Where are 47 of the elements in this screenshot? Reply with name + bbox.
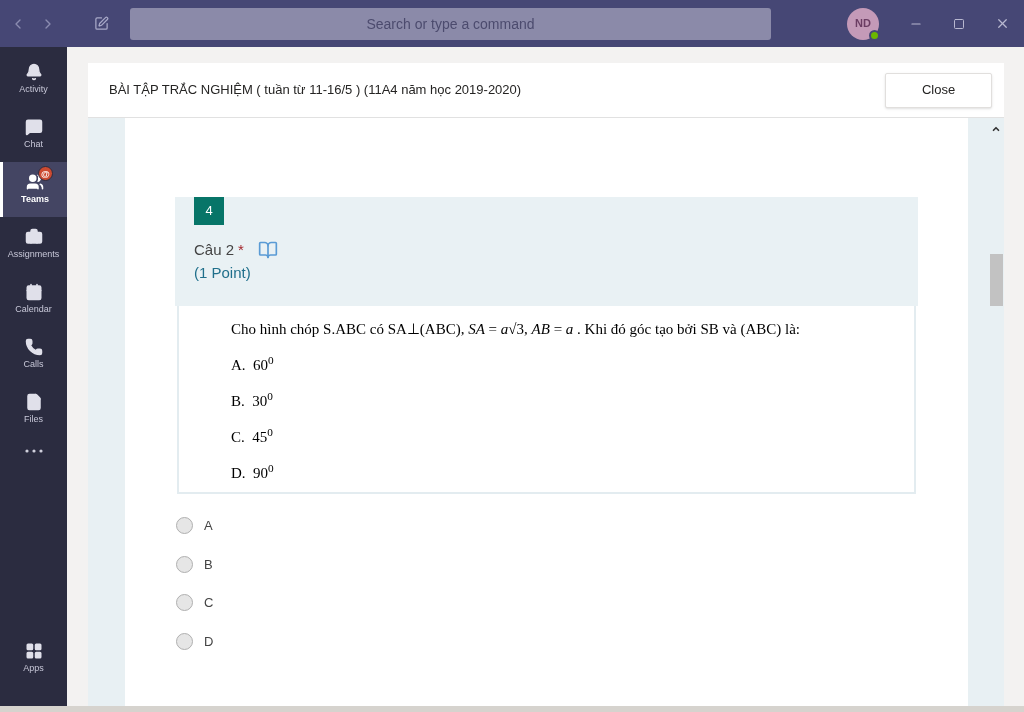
choice-label: A — [204, 517, 213, 535]
answer-option: A. 60$^{0}$ — [231, 352, 864, 378]
sidebar-item[interactable]: Calls — [0, 327, 67, 382]
sidebar-item[interactable]: Activity — [0, 52, 67, 107]
sidebar-item[interactable]: Apps — [0, 631, 67, 686]
bell-icon — [24, 62, 43, 81]
sidebar-item[interactable]: Calendar — [0, 272, 67, 327]
question-title: Câu 2 — [194, 240, 235, 260]
scroll-up-icon[interactable] — [991, 124, 1001, 134]
calendar-icon — [24, 282, 43, 301]
avatar[interactable]: ND — [847, 7, 879, 40]
answer-choice[interactable]: A — [176, 516, 918, 536]
sidebar-item[interactable]: Chat — [0, 107, 67, 162]
scrollbar-thumb[interactable] — [989, 254, 1003, 306]
answer-choice[interactable]: D — [176, 631, 918, 651]
answer-option: C. 45$^{0}$ — [231, 424, 864, 450]
radio-button[interactable] — [176, 594, 193, 612]
radio-button[interactable] — [176, 555, 193, 573]
choice-label: D — [204, 632, 214, 651]
close-button[interactable]: Close — [885, 72, 992, 108]
phone-icon — [24, 337, 43, 356]
close-icon[interactable] — [995, 16, 1010, 31]
maximize-icon[interactable] — [953, 17, 965, 30]
choice-label: C — [204, 594, 214, 612]
more-icon[interactable] — [23, 449, 44, 453]
sidebar-item[interactable]: Files — [0, 382, 67, 437]
answer-choice[interactable]: B — [176, 554, 918, 574]
chat-icon — [24, 117, 43, 136]
question-text: Cho hình chóp S.ABC có SA⊥(ABC), SA = a√3, AB = a . Khi đó góc tạo bởi SB và (ABC) là: — [231, 320, 802, 339]
answer-choice[interactable]: C — [176, 593, 918, 613]
panel-title: BÀI TẬP TRẮC NGHIỆM ( tuần từ 11-16/5 ) (11A4 năm học 2019-2020) — [109, 81, 522, 100]
required-mark: * — [238, 240, 244, 260]
apps-icon — [24, 641, 43, 660]
question-number: 4 — [194, 197, 224, 225]
question-points: (1 Point) — [194, 262, 251, 283]
answer-option: B. 30$^{0}$ — [231, 388, 864, 414]
answer-option: D. 90$^{0}$ — [231, 460, 864, 486]
choice-label: B — [204, 555, 213, 574]
radio-button[interactable] — [176, 632, 193, 650]
radio-button[interactable] — [176, 517, 193, 535]
search-field[interactable]: Search or type a command — [130, 7, 771, 40]
sidebar-item[interactable]: Assignments — [0, 217, 67, 272]
mention-badge: @ — [38, 166, 53, 181]
compose-icon[interactable] — [94, 16, 109, 31]
file-icon — [24, 392, 43, 411]
immersive-reader-icon[interactable] — [257, 240, 278, 261]
sidebar-item[interactable]: Teams @ — [0, 162, 67, 217]
